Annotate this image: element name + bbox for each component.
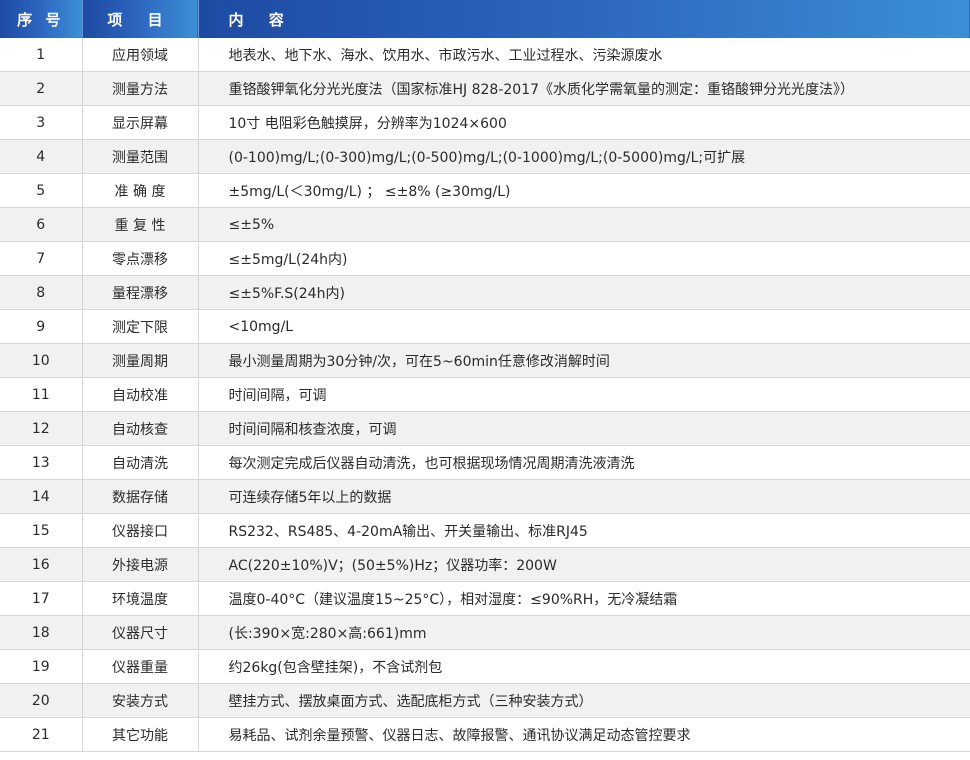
row-item: 量程漂移 [82, 275, 199, 310]
row-item: 外接电源 [82, 547, 199, 582]
row-content: RS232、RS485、4-20mA输出、开关量输出、标准RJ45 [198, 513, 970, 548]
row-number: 15 [0, 513, 83, 548]
row-content: ≤±5% [198, 207, 970, 242]
table-row: 19 仪器重量 约26kg(包含壁挂架)，不含试剂包 [0, 649, 970, 684]
row-item: 数据存储 [82, 479, 199, 514]
table-row: 10 测量周期 最小测量周期为30分钟/次，可在5~60min任意修改消解时间 [0, 343, 970, 378]
table-row: 9 测定下限 <10mg/L [0, 309, 970, 344]
row-content: ≤±5mg/L(24h内) [198, 241, 970, 276]
table-row: 11 自动校准 时间间隔，可调 [0, 377, 970, 412]
row-content: <10mg/L [198, 309, 970, 344]
row-item: 安装方式 [82, 683, 199, 718]
row-content: 地表水、地下水、海水、饮用水、市政污水、工业过程水、污染源废水 [198, 38, 970, 72]
row-item: 仪器接口 [82, 513, 199, 548]
table-row: 2 测量方法 重铬酸钾氧化分光光度法（国家标准HJ 828-2017《水质化学需氧量… [0, 71, 970, 106]
table-row: 5准 确 度 ±5mg/L(＜30mg/L) ； ≤±8% (≥30mg/L) [0, 173, 970, 208]
row-content: 约26kg(包含壁挂架)，不含试剂包 [198, 649, 970, 684]
row-content: 时间间隔和核查浓度，可调 [198, 411, 970, 446]
row-content: 易耗品、试剂余量预警、仪器日志、故障报警、通讯协议满足动态管控要求 [198, 717, 970, 752]
row-content: 时间间隔，可调 [198, 377, 970, 412]
row-number: 12 [0, 411, 83, 446]
table-row: 3 显示屏幕 10寸 电阻彩色触摸屏，分辨率为1024×600 [0, 105, 970, 140]
row-number: 17 [0, 581, 83, 616]
row-item: 准 确 度 [82, 173, 199, 208]
row-content: 可连续存储5年以上的数据 [198, 479, 970, 514]
row-number: 1 [0, 38, 83, 72]
table-row: 16 外接电源 AC(220±10%)V；(50±5%)Hz；仪器功率：200W [0, 547, 970, 582]
row-content: 温度0-40°C（建议温度15~25°C），相对湿度：≤90%RH，无冷凝结霜 [198, 581, 970, 616]
row-content: (0-100)mg/L;(0-300)mg/L;(0-500)mg/L;(0-1… [198, 139, 970, 174]
table-row: 12 自动核查 时间间隔和核查浓度，可调 [0, 411, 970, 446]
header-no: 序 号 [0, 0, 82, 38]
row-content: 10寸 电阻彩色触摸屏，分辨率为1024×600 [198, 105, 970, 140]
row-item: 重 复 性 [82, 207, 199, 242]
row-number: 4 [0, 139, 83, 174]
table-row: 8 量程漂移 ≤±5%F.S(24h内) [0, 275, 970, 310]
table-row: 20 安装方式 壁挂方式、摆放桌面方式、选配底柜方式（三种安装方式） [0, 683, 970, 718]
table-header: 序 号 项 目 内 容 [0, 0, 970, 38]
row-number: 9 [0, 309, 83, 344]
header-row: 序 号 项 目 内 容 [0, 0, 970, 38]
header-content: 内 容 [197, 0, 970, 38]
spec-table: 序 号 项 目 内 容 1 应用领域 地表水、地下水、海水、饮用水、市政污水、工业过… [0, 0, 970, 752]
row-content: (长:390×宽:280×高:661)mm [198, 615, 970, 650]
row-item: 测量方法 [82, 71, 199, 106]
table-row: 21 其它功能 易耗品、试剂余量预警、仪器日志、故障报警、通讯协议满足动态管控要求 [0, 717, 970, 752]
row-content: ≤±5%F.S(24h内) [198, 275, 970, 310]
row-number: 11 [0, 377, 83, 412]
row-number: 8 [0, 275, 83, 310]
row-number: 20 [0, 683, 83, 718]
row-item: 测定下限 [82, 309, 199, 344]
table-row: 1 应用领域 地表水、地下水、海水、饮用水、市政污水、工业过程水、污染源废水 [0, 38, 970, 72]
row-number: 14 [0, 479, 83, 514]
row-number: 3 [0, 105, 83, 140]
row-number: 19 [0, 649, 83, 684]
row-number: 21 [0, 717, 83, 752]
row-number: 16 [0, 547, 83, 582]
row-content: 每次测定完成后仪器自动清洗，也可根据现场情况周期清洗液清洗 [198, 445, 970, 480]
row-number: 18 [0, 615, 83, 650]
row-content: 壁挂方式、摆放桌面方式、选配底柜方式（三种安装方式） [198, 683, 970, 718]
row-number: 10 [0, 343, 83, 378]
table-row: 7 零点漂移 ≤±5mg/L(24h内) [0, 241, 970, 276]
row-item: 环境温度 [82, 581, 199, 616]
row-item: 显示屏幕 [82, 105, 199, 140]
table-row: 13 自动清洗 每次测定完成后仪器自动清洗，也可根据现场情况周期清洗液清洗 [0, 445, 970, 480]
row-item: 应用领域 [82, 38, 199, 72]
row-number: 13 [0, 445, 83, 480]
row-content: ±5mg/L(＜30mg/L) ； ≤±8% (≥30mg/L) [198, 173, 970, 208]
row-number: 2 [0, 71, 83, 106]
table-row: 6重 复 性 ≤±5% [0, 207, 970, 242]
table-body: 1 应用领域 地表水、地下水、海水、饮用水、市政污水、工业过程水、污染源废水 2 测量… [0, 38, 970, 752]
row-item: 仪器尺寸 [82, 615, 199, 650]
row-item: 零点漂移 [82, 241, 199, 276]
row-number: 7 [0, 241, 83, 276]
table-row: 17 环境温度 温度0-40°C（建议温度15~25°C），相对湿度：≤90%RH，… [0, 581, 970, 616]
row-content: 重铬酸钾氧化分光光度法（国家标准HJ 828-2017《水质化学需氧量的测定：重… [198, 71, 970, 106]
row-content: 最小测量周期为30分钟/次，可在5~60min任意修改消解时间 [198, 343, 970, 378]
row-item: 仪器重量 [82, 649, 199, 684]
table-row: 14 数据存储 可连续存储5年以上的数据 [0, 479, 970, 514]
row-item: 测量周期 [82, 343, 199, 378]
row-item: 自动校准 [82, 377, 199, 412]
row-item: 其它功能 [82, 717, 199, 752]
row-number: 6 [0, 207, 83, 242]
table-row: 15 仪器接口 RS232、RS485、4-20mA输出、开关量输出、标准RJ45 [0, 513, 970, 548]
row-item: 测量范围 [82, 139, 199, 174]
row-item: 自动清洗 [82, 445, 199, 480]
row-content: AC(220±10%)V；(50±5%)Hz；仪器功率：200W [198, 547, 970, 582]
row-number: 5 [0, 173, 83, 208]
row-item: 自动核查 [82, 411, 199, 446]
table-row: 4 测量范围 (0-100)mg/L;(0-300)mg/L;(0-500)mg/L… [0, 139, 970, 174]
table-row: 18 仪器尺寸 (长:390×宽:280×高:661)mm [0, 615, 970, 650]
header-item: 项 目 [81, 0, 198, 38]
